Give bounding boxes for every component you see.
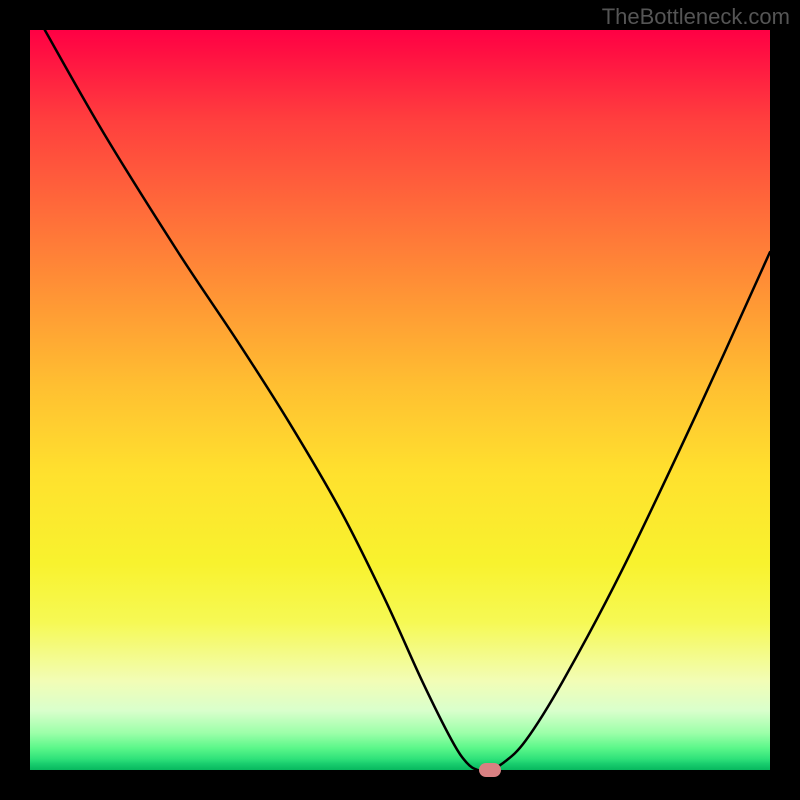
curve-svg [30,30,770,770]
optimum-marker [479,763,501,778]
plot-area [30,30,770,770]
bottleneck-curve [45,30,770,770]
watermark-text: TheBottleneck.com [602,4,790,30]
chart-container: TheBottleneck.com [0,0,800,800]
